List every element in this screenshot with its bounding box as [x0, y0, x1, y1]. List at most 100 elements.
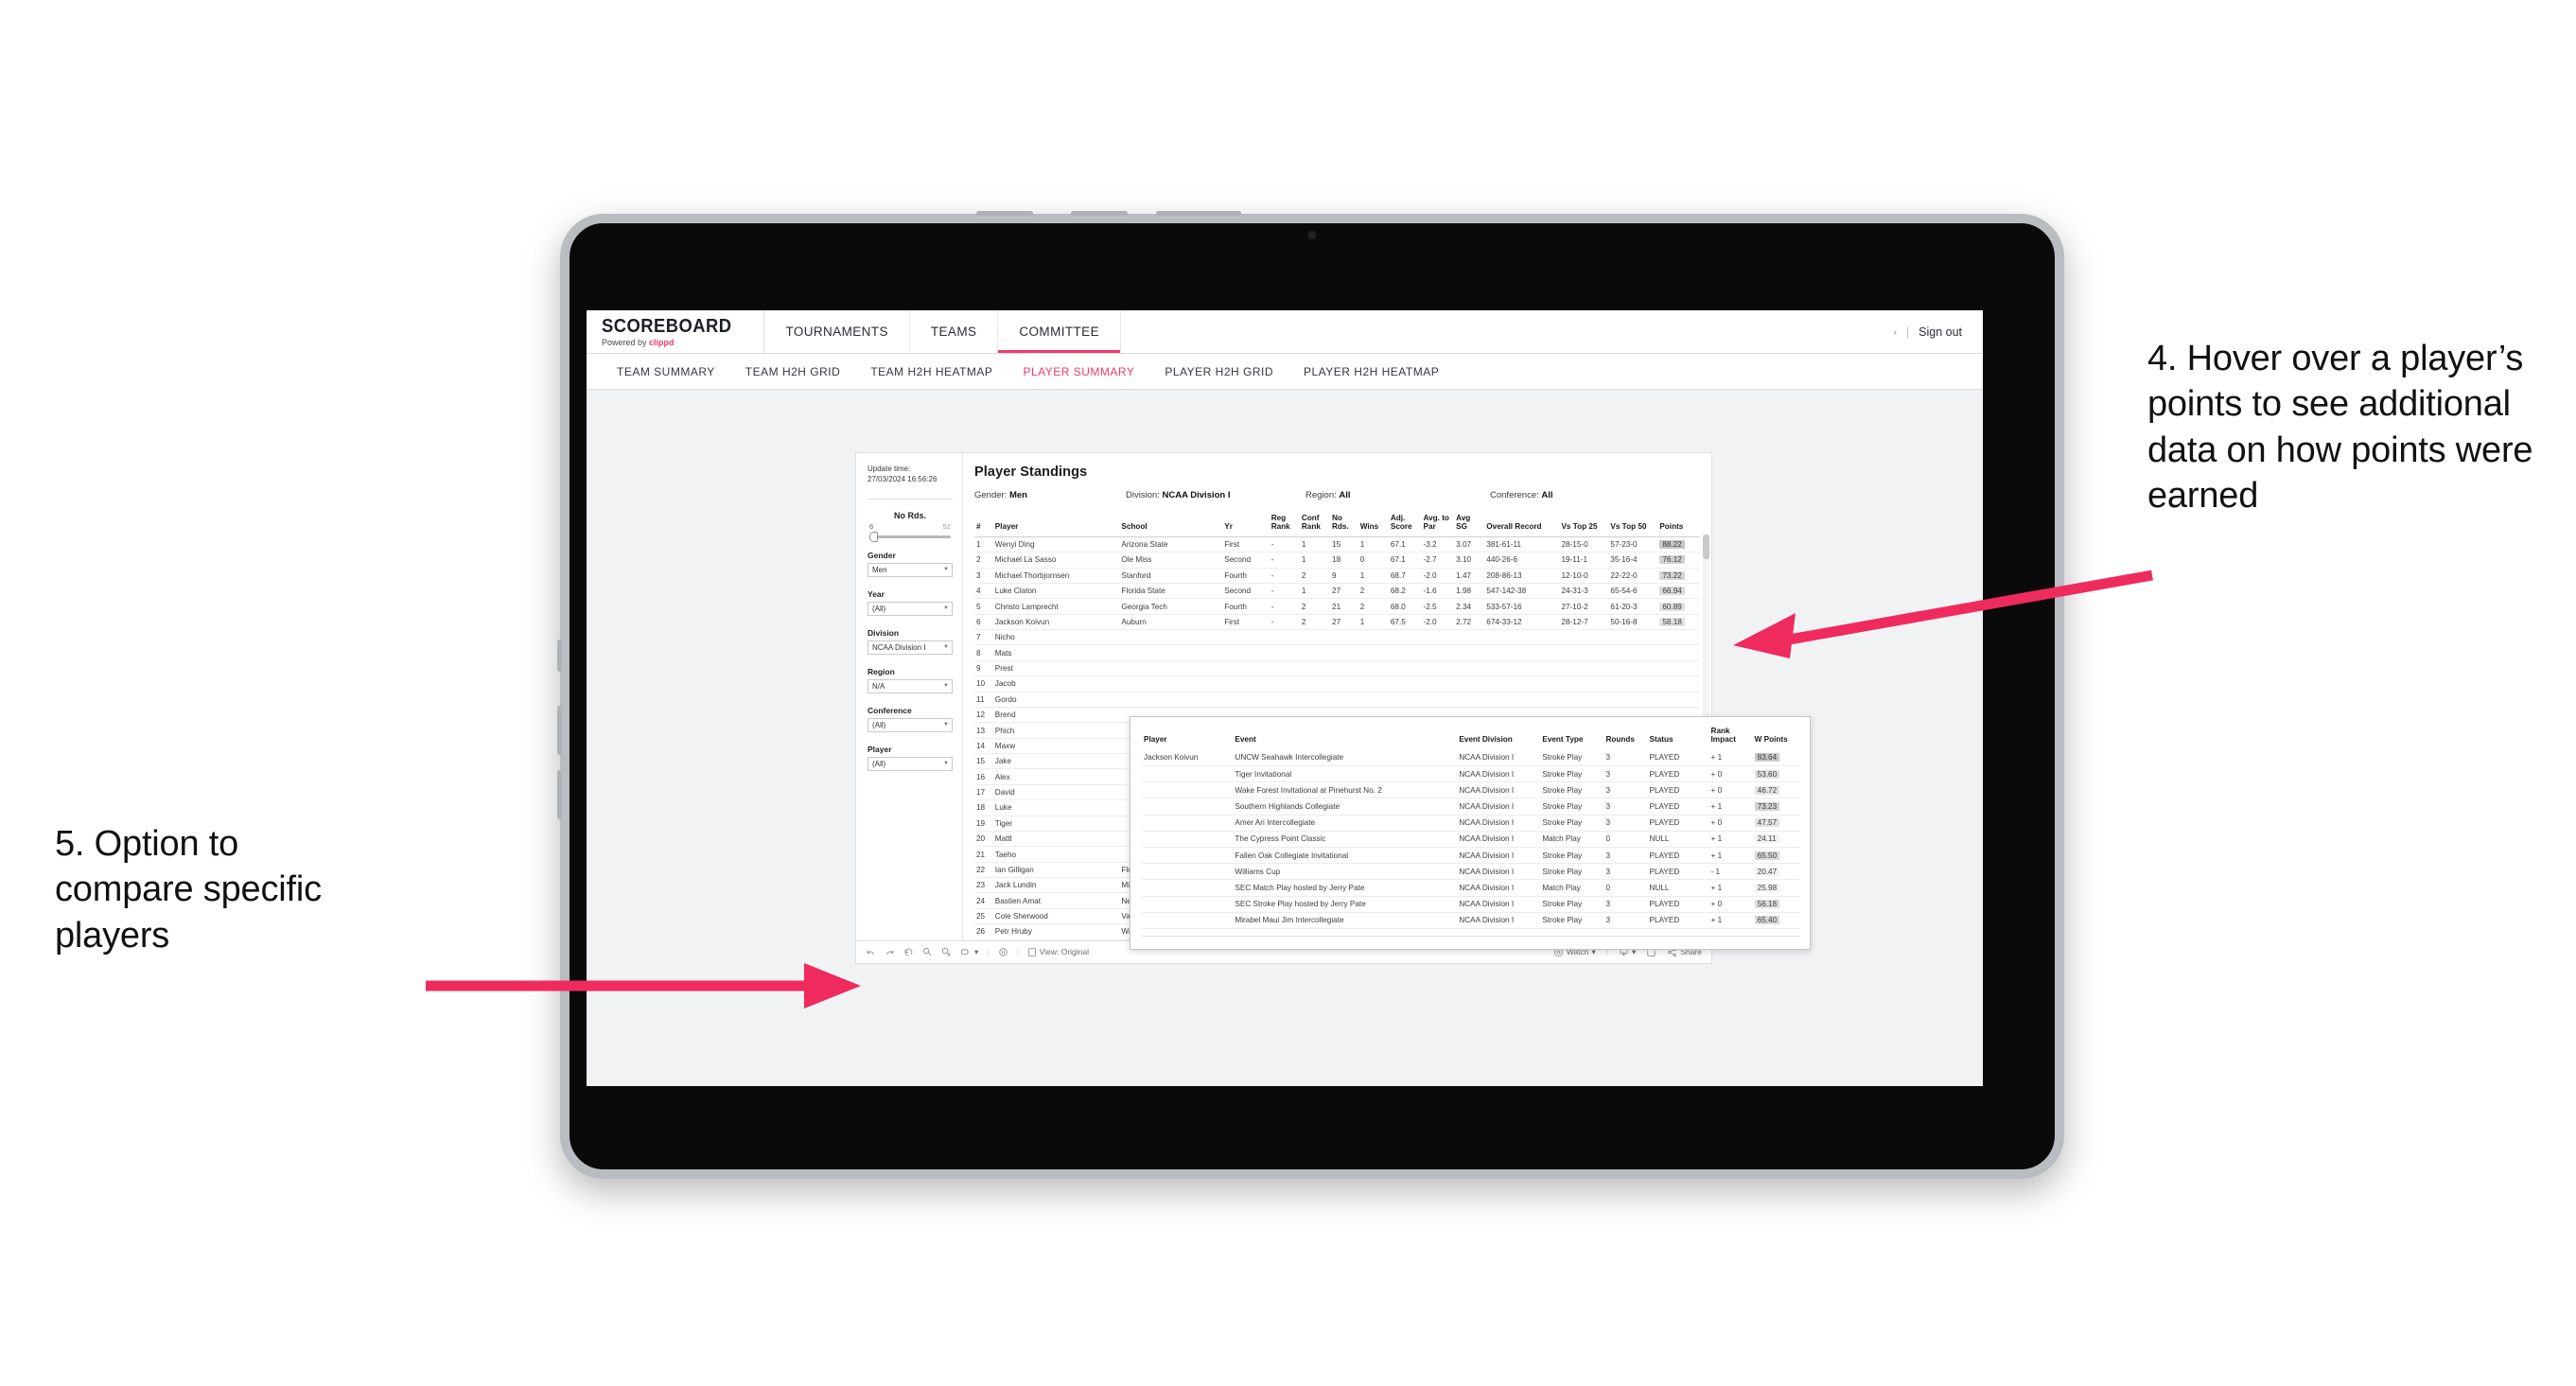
cell-reg-rank: -	[1269, 583, 1300, 600]
no-rounds-slider-track[interactable]	[869, 531, 951, 542]
cell-player: Michael Thorbjornsen	[992, 568, 1120, 584]
points-value[interactable]: 58.18	[1659, 617, 1685, 626]
filter-year-select[interactable]: (All) ▼	[867, 601, 953, 616]
tablet-device-frame: SCOREBOARD Powered by clippd TOURNAMENTS…	[557, 211, 2064, 1179]
cell-points[interactable]	[1657, 629, 1700, 646]
nav-tab-tournaments[interactable]: TOURNAMENTS	[764, 310, 910, 353]
cell-vs-top-25	[1559, 660, 1609, 677]
cell-no-rds: 27	[1330, 583, 1358, 600]
filter-player-select[interactable]: (All) ▼	[867, 756, 953, 771]
filter-division-select[interactable]: NCAA Division I ▼	[867, 640, 953, 655]
cell-conf-rank	[1299, 644, 1331, 661]
cell-points[interactable]: 66.94	[1657, 583, 1700, 600]
table-row[interactable]: 5 Christo Lamprecht Georgia Tech Fourth -2 21…	[974, 598, 1700, 615]
cell-points[interactable]: 58.18	[1657, 614, 1700, 631]
cell-reg-rank: -	[1269, 568, 1300, 584]
subtab-player-h2h-grid[interactable]: PLAYER H2H GRID	[1149, 365, 1288, 378]
brand-logo[interactable]: SCOREBOARD Powered by clippd	[587, 310, 765, 353]
cell-points[interactable]: 76.12	[1657, 552, 1700, 569]
filter-conference-select[interactable]: (All) ▼	[867, 717, 953, 732]
pause-auto-updates-icon[interactable]	[998, 947, 1008, 957]
cell-avg-sg: 1.98	[1454, 583, 1485, 600]
cell-points[interactable]	[1657, 644, 1700, 661]
col-player[interactable]: Player	[992, 512, 1120, 537]
points-value[interactable]: 60.89	[1659, 602, 1685, 611]
sign-out-link[interactable]: Sign out	[1919, 325, 1962, 339]
cell-player: Alex	[992, 768, 1120, 785]
refresh-icon[interactable]	[922, 947, 933, 957]
cell-wins	[1358, 644, 1389, 661]
subtab-team-h2h-grid[interactable]: TEAM H2H GRID	[730, 365, 856, 378]
subtab-team-summary[interactable]: TEAM SUMMARY	[602, 365, 730, 378]
col-avg-to-par[interactable]: Avg. to Par	[1421, 512, 1455, 537]
cell-vs-top-25: 12-10-0	[1559, 568, 1609, 584]
col-wins[interactable]: Wins	[1358, 512, 1389, 537]
col-rank[interactable]: #	[974, 512, 993, 537]
col-avg-sg[interactable]: Avg SG	[1454, 512, 1485, 537]
table-row[interactable]: 11 Gordo	[974, 692, 1700, 708]
col-yr[interactable]: Yr	[1222, 512, 1270, 537]
table-row[interactable]: 4 Luke Claton Florida State Second -1 27 2 68.2…	[974, 583, 1700, 600]
nav-tab-committee[interactable]: COMMITTEE	[998, 310, 1121, 353]
points-value[interactable]: 66.94	[1659, 587, 1685, 596]
subtab-player-h2h-heatmap[interactable]: PLAYER H2H HEATMAP	[1288, 365, 1454, 378]
col-vs-top-50[interactable]: Vs Top 50	[1608, 512, 1658, 537]
cell-points[interactable]: 88.22	[1657, 536, 1700, 553]
table-row[interactable]: 10 Jacob	[974, 675, 1700, 693]
tt-cell-event-division: NCAA Division I	[1457, 847, 1541, 865]
col-overall-record[interactable]: Overall Record	[1484, 512, 1560, 537]
tt-cell-status: PLAYED	[1647, 896, 1709, 913]
cell-rank: 1	[974, 536, 993, 553]
nav-tab-teams[interactable]: TEAMS	[910, 310, 999, 353]
table-row[interactable]: 6 Jackson Koivun Auburn First -2 27 1 67.5 -2.0 2…	[974, 614, 1700, 631]
toolbar-separator: |	[1016, 947, 1019, 957]
view-original-button[interactable]: View: Original	[1027, 947, 1089, 957]
cell-avg-to-par	[1421, 675, 1455, 693]
tt-cell-event: Williams Cup	[1233, 863, 1458, 881]
table-row[interactable]: 1 Wenyi Ding Arizona State First -1 15 1 67.1 -3…	[974, 536, 1700, 553]
points-value[interactable]: 88.22	[1659, 540, 1685, 550]
cell-points[interactable]	[1657, 660, 1700, 677]
table-row[interactable]: 3 Michael Thorbjornsen Stanford Fourth -2 9 1 6…	[974, 568, 1700, 584]
tt-cell-player	[1142, 765, 1234, 783]
redo-icon[interactable]	[885, 947, 895, 957]
table-row[interactable]: 8 Mats	[974, 644, 1700, 661]
tooltip-table-head: Player Event Event Division Event Type R…	[1142, 727, 1800, 750]
col-adj-score[interactable]: Adj. Score	[1388, 512, 1422, 537]
user-menu-caret-icon[interactable]: ›	[1894, 327, 1897, 337]
cell-yr	[1222, 644, 1270, 661]
cell-points[interactable]: 73.22	[1657, 568, 1700, 584]
cell-player: David	[992, 784, 1120, 801]
col-vs-top-25[interactable]: Vs Top 25	[1559, 512, 1609, 537]
subtab-player-summary[interactable]: PLAYER SUMMARY	[1008, 365, 1149, 378]
tt-cell-rank-impact: + 1	[1709, 798, 1753, 816]
subtab-team-h2h-heatmap[interactable]: TEAM H2H HEATMAP	[855, 365, 1008, 378]
col-reg-rank[interactable]: Reg Rank	[1269, 512, 1300, 537]
filter-region-select[interactable]: N/A ▼	[867, 678, 953, 693]
col-school[interactable]: School	[1119, 512, 1223, 537]
table-row[interactable]: 2 Michael La Sasso Ole Miss Second -1 18 0 67.1…	[974, 552, 1700, 569]
cell-yr	[1222, 660, 1270, 677]
alert-icon[interactable]: ▾	[960, 947, 978, 957]
cell-avg-to-par: -2.5	[1421, 598, 1455, 615]
cell-player: Phich	[992, 722, 1120, 739]
cell-rank: 7	[974, 629, 993, 646]
col-conf-rank[interactable]: Conf Rank	[1299, 512, 1331, 537]
table-row[interactable]: 9 Prest	[974, 660, 1700, 677]
filter-gender-select[interactable]: Men ▼	[867, 562, 953, 577]
col-points[interactable]: Points	[1657, 512, 1700, 537]
cell-reg-rank: -	[1269, 552, 1300, 569]
cell-points[interactable]	[1657, 692, 1700, 708]
table-row[interactable]: 7 Nicho	[974, 629, 1700, 646]
cell-points[interactable]	[1657, 675, 1700, 693]
points-value[interactable]: 73.22	[1659, 570, 1685, 580]
cell-points[interactable]: 60.89	[1657, 598, 1700, 615]
standings-scrollbar-thumb[interactable]	[1703, 535, 1709, 559]
undo-icon[interactable]	[866, 947, 876, 957]
filter-summary: Gender: Men Division: NCAA Division I Re…	[974, 490, 1700, 500]
pause-refresh-icon[interactable]	[941, 947, 952, 957]
revert-icon[interactable]	[903, 947, 914, 957]
col-no-rds[interactable]: No Rds.	[1330, 512, 1358, 537]
no-rounds-slider-handle[interactable]	[869, 531, 878, 542]
points-value[interactable]: 76.12	[1659, 555, 1685, 565]
